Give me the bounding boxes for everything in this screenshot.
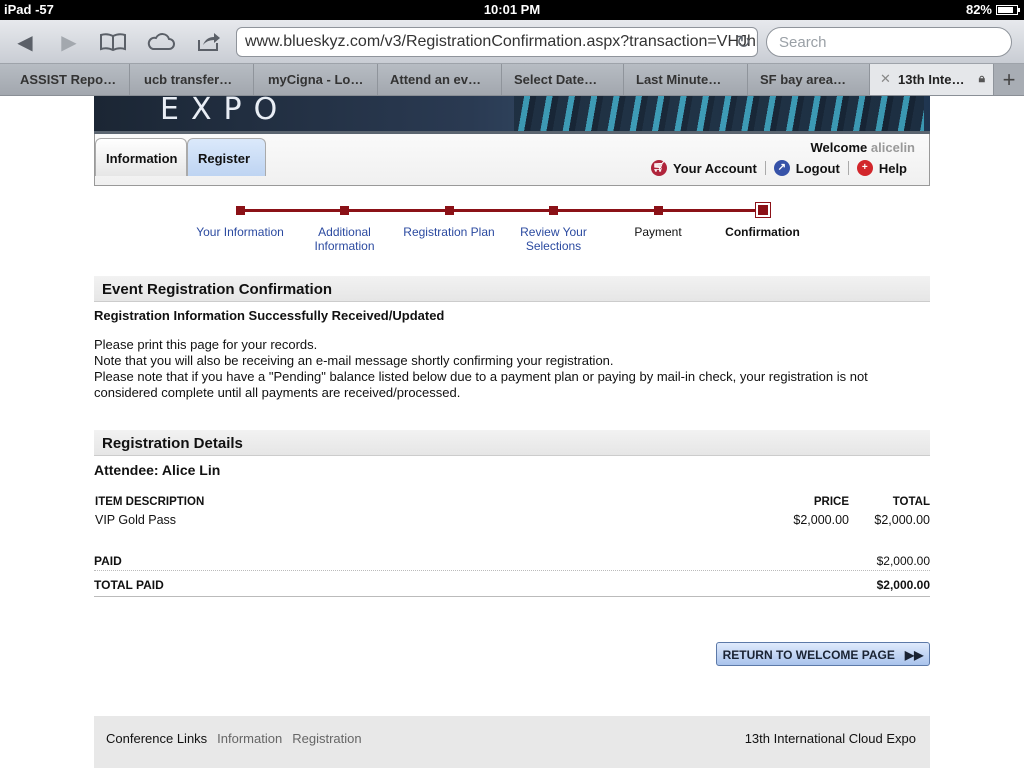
site-footer: Conference Links Information Registratio… xyxy=(94,716,930,768)
tab-information[interactable]: Information xyxy=(95,138,187,176)
browser-tab-bar: ASSIST Repo… ucb transfer… myCigna - Lo…… xyxy=(0,64,1024,96)
your-account-link[interactable]: 🛒︎ Your Account xyxy=(643,160,765,176)
battery-icon xyxy=(996,4,1020,15)
back-arrow-icon[interactable]: ◀ xyxy=(10,28,40,56)
item-total: $2,000.00 xyxy=(874,513,930,527)
clock: 10:01 PM xyxy=(483,2,541,17)
note-line: Please note that if you have a "Pending"… xyxy=(94,369,868,400)
progress-step-marker xyxy=(653,206,663,215)
banner-title: EXPO xyxy=(160,96,290,127)
paid-value: $2,000.00 xyxy=(876,554,930,568)
registration-progress: Your Information Additional Information Re… xyxy=(94,186,930,276)
confirmation-subheading: Registration Information Successfully Re… xyxy=(94,308,445,323)
browser-tab[interactable]: Attend an ev… xyxy=(378,64,502,95)
return-to-welcome-button[interactable]: RETURN TO WELCOME PAGE ▶▶ xyxy=(716,642,930,666)
battery-percent: 82% xyxy=(965,2,992,17)
bookmarks-book-icon[interactable] xyxy=(98,28,128,56)
browser-tab[interactable]: Last Minute… xyxy=(624,64,748,95)
help-icon: + xyxy=(856,160,873,176)
footer-link-registration[interactable]: Registration xyxy=(292,731,361,746)
reload-icon[interactable]: ↻ xyxy=(736,32,751,53)
browser-tab[interactable]: ucb transfer… xyxy=(130,64,254,95)
table-header: ITEM DESCRIPTION PRICE TOTAL xyxy=(94,496,930,513)
confirmation-notes: Please print this page for your records.… xyxy=(94,337,930,401)
browser-tab[interactable]: ASSIST Repo… xyxy=(0,64,130,95)
welcome-message: Welcome alicelin xyxy=(810,140,915,155)
progress-step-marker xyxy=(340,206,349,215)
item-description: VIP Gold Pass xyxy=(95,513,177,527)
confirmation-heading: Event Registration Confirmation xyxy=(94,276,930,302)
column-header-price: PRICE xyxy=(813,496,849,508)
help-link[interactable]: + Help xyxy=(849,160,915,176)
progress-step-label: Confirmation xyxy=(725,225,800,239)
progress-step-label[interactable]: Review Your Selections xyxy=(504,225,604,253)
web-page: EXPO Information Register Welcome alicel… xyxy=(94,96,930,768)
account-links: 🛒︎ Your Account ↗ Logout + Help xyxy=(643,160,915,176)
browser-tab-active[interactable]: ✕ 13th Inte… 🔒︎ xyxy=(870,64,994,95)
progress-step-marker xyxy=(754,202,771,218)
url-text: www.blueskyz.com/v3/RegistrationConfirma… xyxy=(245,33,758,50)
logout-icon: ↗ xyxy=(773,160,790,176)
progress-step-marker xyxy=(549,206,558,215)
forward-arrow-icon[interactable]: ▶ xyxy=(54,28,84,56)
item-price: $2,000.00 xyxy=(793,513,849,527)
share-icon[interactable] xyxy=(194,28,224,56)
note-line: Please print this page for your records. xyxy=(94,337,318,352)
double-chevron-right-icon: ▶▶ xyxy=(898,648,924,662)
footer-brand: 13th International Cloud Expo xyxy=(744,731,916,746)
items-table: ITEM DESCRIPTION PRICE TOTAL VIP Gold Pa… xyxy=(94,496,930,530)
paid-label: PAID xyxy=(94,554,122,568)
progress-step-label[interactable]: Your Information xyxy=(190,225,290,239)
footer-links: Conference Links Information Registratio… xyxy=(106,731,362,746)
banner-building-graphic xyxy=(514,96,924,131)
browser-tab[interactable]: SF bay area… xyxy=(748,64,870,95)
table-row: VIP Gold Pass $2,000.00 $2,000.00 xyxy=(94,513,930,530)
progress-step-label[interactable]: Additional Information xyxy=(295,225,395,253)
new-tab-plus-icon[interactable]: + xyxy=(994,64,1024,95)
url-field[interactable]: www.blueskyz.com/v3/RegistrationConfirma… xyxy=(236,27,758,57)
site-banner: EXPO xyxy=(94,96,930,134)
battery-status: 82% xyxy=(965,2,1020,17)
note-line: Note that you will also be receiving an … xyxy=(94,353,614,368)
tab-register[interactable]: Register xyxy=(187,138,266,176)
progress-step-marker xyxy=(444,206,454,215)
progress-step-marker xyxy=(235,206,245,215)
footer-link-information[interactable]: Information xyxy=(217,731,282,746)
close-tab-icon[interactable]: ✕ xyxy=(880,71,891,87)
column-header-total: TOTAL xyxy=(892,496,930,508)
icloud-tabs-icon[interactable] xyxy=(146,28,176,56)
logout-link[interactable]: ↗ Logout xyxy=(766,160,848,176)
total-paid-row: TOTAL PAID $2,000.00 xyxy=(94,571,930,597)
total-paid-value: $2,000.00 xyxy=(876,578,930,592)
paid-row: PAID $2,000.00 xyxy=(94,549,930,571)
registration-details-heading: Registration Details xyxy=(94,430,930,456)
ios-status-bar: iPad -57 10:01 PM 82% xyxy=(0,0,1024,20)
progress-track xyxy=(240,209,764,212)
username: alicelin xyxy=(870,140,915,155)
search-input[interactable]: Search xyxy=(766,27,1012,57)
total-paid-label: TOTAL PAID xyxy=(94,578,164,592)
site-nav: Information Register Welcome alicelin 🛒︎… xyxy=(94,134,930,186)
attendee-name: Attendee: Alice Lin xyxy=(94,462,221,478)
progress-step-label: Payment xyxy=(634,225,682,239)
column-header-description: ITEM DESCRIPTION xyxy=(95,496,205,508)
lock-icon: 🔒︎ xyxy=(978,71,985,85)
progress-step-label[interactable]: Registration Plan xyxy=(399,225,499,239)
browser-tab[interactable]: Select Date… xyxy=(502,64,624,95)
browser-tab[interactable]: myCigna - Lo… xyxy=(254,64,378,95)
browser-toolbar: ◀ ▶ www.blueskyz.com/v3/RegistrationConf… xyxy=(0,20,1024,64)
footer-conference-links: Conference Links xyxy=(106,731,208,746)
cart-icon: 🛒︎ xyxy=(651,160,667,176)
